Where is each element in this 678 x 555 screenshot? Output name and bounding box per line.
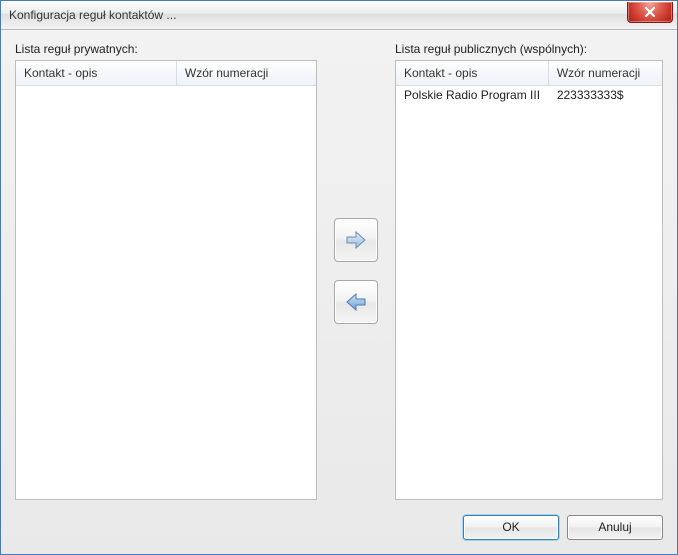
titlebar: Konfiguracja reguł kontaktów ... [1,1,677,30]
move-right-button[interactable] [334,218,378,262]
dialog-window: Konfiguracja reguł kontaktów ... Lista r… [0,0,678,555]
dialog-buttons: OK Anuluj [15,500,663,544]
window-title: Konfiguracja reguł kontaktów ... [9,8,627,22]
public-list-body: Polskie Radio Program III223333333$ [396,86,662,499]
ok-button[interactable]: OK [463,515,559,540]
close-icon [644,6,656,18]
column-header-contact[interactable]: Kontakt - opis [16,61,177,85]
table-row[interactable]: Polskie Radio Program III223333333$ [396,86,662,106]
lists-row: Lista reguł prywatnych: Kontakt - opis W… [15,42,663,500]
public-list-header: Kontakt - opis Wzór numeracji [396,61,662,86]
column-header-pattern[interactable]: Wzór numeracji [549,61,662,85]
arrow-left-icon [343,289,369,315]
column-header-pattern[interactable]: Wzór numeracji [177,61,316,85]
private-rules-label: Lista reguł prywatnych: [15,42,317,56]
move-left-button[interactable] [334,280,378,324]
private-list-body [16,86,316,499]
private-rules-panel: Lista reguł prywatnych: Kontakt - opis W… [15,42,317,500]
private-list-header: Kontakt - opis Wzór numeracji [16,61,316,86]
private-rules-list[interactable]: Kontakt - opis Wzór numeracji [15,60,317,500]
public-rules-list[interactable]: Kontakt - opis Wzór numeracji Polskie Ra… [395,60,663,500]
cancel-button[interactable]: Anuluj [567,515,663,540]
arrow-right-icon [343,227,369,253]
public-rules-label: Lista reguł publicznych (wspólnych): [395,42,663,56]
transfer-controls [317,42,395,500]
public-rules-panel: Lista reguł publicznych (wspólnych): Kon… [395,42,663,500]
close-button[interactable] [627,2,673,23]
cell-pattern: 223333333$ [549,86,662,106]
client-area: Lista reguł prywatnych: Kontakt - opis W… [1,30,677,554]
cell-contact: Polskie Radio Program III [396,86,549,106]
column-header-contact[interactable]: Kontakt - opis [396,61,549,85]
